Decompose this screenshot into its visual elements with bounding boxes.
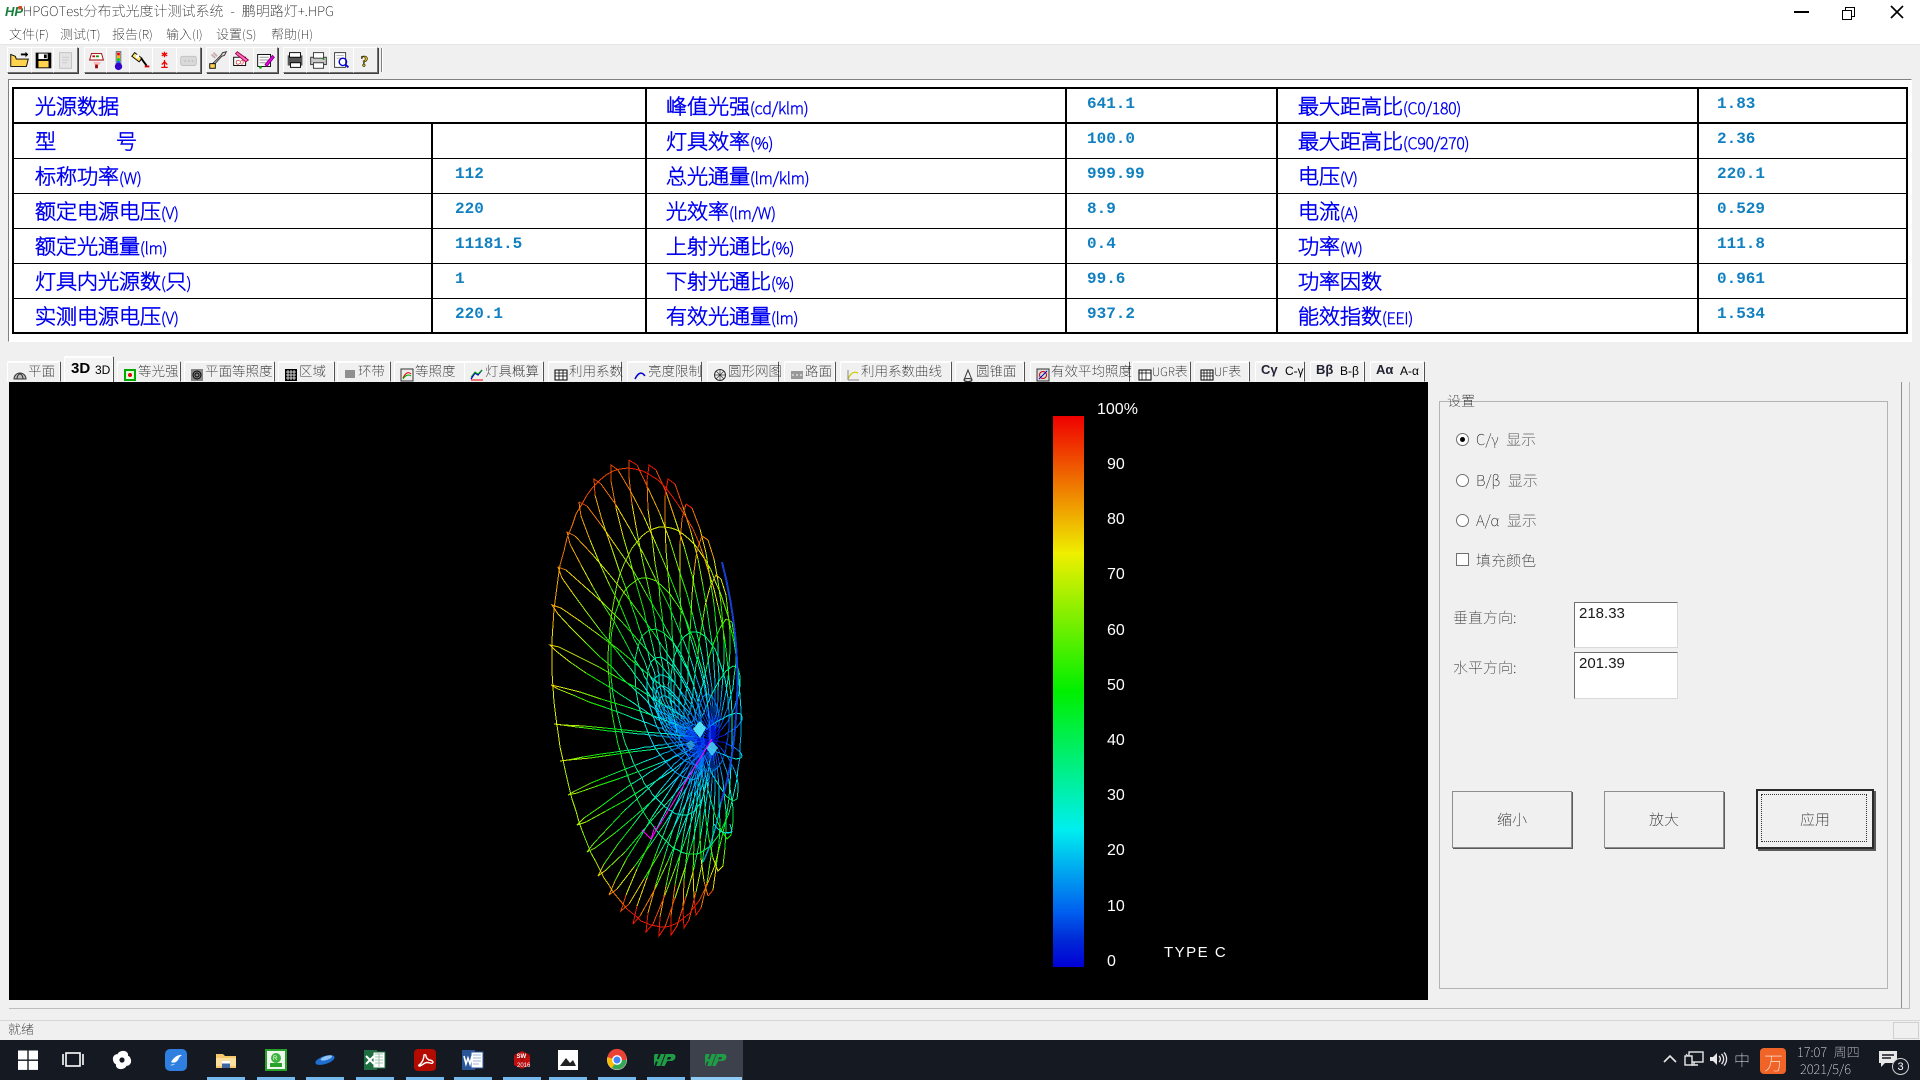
svg-text:R: R <box>273 1056 278 1062</box>
svg-text:C0: C0 <box>236 60 245 67</box>
svg-text:?: ? <box>360 53 368 70</box>
svg-text:2016: 2016 <box>517 1063 531 1069</box>
svg-text:SW: SW <box>517 1054 527 1060</box>
